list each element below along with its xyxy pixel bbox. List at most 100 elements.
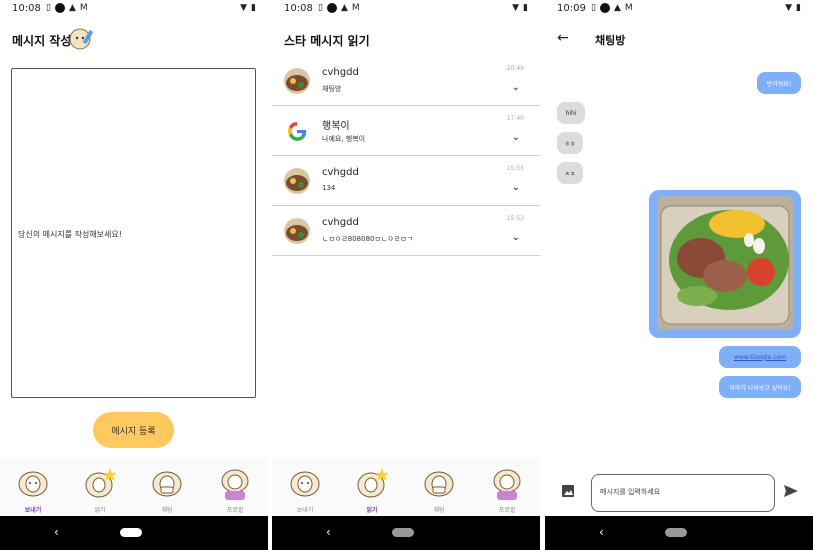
chat-bubble-link[interactable]: www.Google.com	[719, 346, 801, 368]
row-time: 15:55	[506, 165, 524, 172]
chat-bubble-incoming: ㅈㅈ	[557, 162, 583, 184]
list-item[interactable]: cvhgdd 채팅방 20:49 ⌄	[272, 56, 540, 106]
chevron-down-icon[interactable]: ⌄	[512, 232, 520, 243]
screen-divider	[268, 0, 272, 550]
system-home-pill[interactable]	[665, 528, 687, 537]
row-name: cvhgdd	[322, 167, 359, 178]
row-time: 15:53	[506, 215, 524, 222]
salad-photo-icon	[657, 196, 793, 330]
status-time: 10:08	[12, 3, 41, 14]
nav-send[interactable]: 보내기	[280, 462, 330, 516]
nav-read[interactable]: 읽기	[75, 462, 125, 516]
system-nav-bar: ‹	[0, 516, 268, 550]
chevron-down-icon[interactable]: ⌄	[512, 82, 520, 93]
wifi-icon: ▼	[240, 3, 248, 13]
sheep-chat-icon	[152, 471, 182, 497]
page-title: 채팅방	[595, 34, 626, 47]
nav-chat[interactable]: 채팅	[414, 462, 464, 516]
list-item[interactable]: cvhgdd 134 15:55 ⌄	[272, 156, 540, 206]
food-avatar-icon	[284, 68, 310, 94]
image-icon[interactable]	[561, 484, 575, 498]
system-home-pill[interactable]	[392, 528, 414, 537]
nav-profile[interactable]: 프로필	[210, 462, 260, 516]
chat-link[interactable]: www.Google.com	[734, 354, 786, 361]
status-icons-right: ▼ ▮	[512, 3, 528, 13]
message-textarea[interactable]: 당신의 메시지를 작성해보세요!	[11, 68, 256, 398]
chat-screen: 10:09 ▯ ▲ M ▼ ▮ ← 채팅방 반가워요! hihi ㅎㅎ ㅈㅈ w…	[545, 0, 813, 550]
notification-dot-icon	[326, 3, 337, 13]
app-bar: ← 채팅방	[545, 22, 813, 56]
gmail-icon: M	[79, 3, 88, 13]
system-back-icon[interactable]: ‹	[54, 525, 59, 539]
system-home-pill[interactable]	[120, 528, 142, 537]
sheep-profile-icon	[493, 469, 521, 500]
sim-icon: ▯	[591, 3, 596, 13]
chevron-down-icon[interactable]: ⌄	[512, 132, 520, 143]
avatar	[284, 68, 310, 94]
food-avatar-icon	[284, 168, 310, 194]
notification-dot-icon	[599, 3, 610, 13]
system-back-icon[interactable]: ‹	[326, 525, 331, 539]
avatar	[284, 118, 310, 144]
nav-send[interactable]: 보내기	[8, 462, 58, 516]
status-time: 10:09	[557, 3, 586, 14]
row-message: 134	[322, 184, 336, 192]
food-photo	[657, 196, 793, 330]
app-bar: 스타 메시지 읽기	[272, 22, 540, 56]
chat-bubble-incoming: ㅎㅎ	[557, 132, 583, 154]
nav-read-label: 읽기	[366, 507, 378, 514]
sheep-star-icon	[85, 468, 116, 498]
sim-icon: ▯	[318, 3, 323, 13]
gmail-icon: M	[624, 3, 633, 13]
row-message: ㄴㅁㅇㄹ808080ㅁㄴㅇㄹㅁㄱ	[322, 235, 414, 243]
send-icon[interactable]	[783, 484, 799, 498]
row-name: cvhgdd	[322, 67, 359, 78]
nav-chat[interactable]: 채팅	[142, 462, 192, 516]
list-item[interactable]: 행복이 나예요, 행복이 17:40 ⌄	[272, 106, 540, 156]
nav-read-label: 읽기	[94, 507, 106, 514]
battery-icon: ▮	[251, 3, 256, 13]
bottom-nav: 보내기 읽기 채팅 프로필	[272, 458, 540, 516]
chevron-down-icon[interactable]: ⌄	[512, 182, 520, 193]
nav-chat-label: 채팅	[433, 507, 445, 514]
status-icons-right: ▼ ▮	[240, 3, 256, 13]
google-avatar-icon	[284, 118, 310, 144]
nav-read[interactable]: 읽기	[347, 462, 397, 516]
row-name: cvhgdd	[322, 217, 359, 228]
sheep-send-icon	[18, 471, 48, 497]
system-back-icon[interactable]: ‹	[599, 525, 604, 539]
nav-profile[interactable]: 프로필	[482, 462, 532, 516]
row-name: 행복이	[322, 121, 350, 132]
compose-screen: 10:08 ▯ ▲ M ▼ ▮ 메시지 작성 당신의 메시지를 작성해보세요! …	[0, 0, 268, 550]
list-item[interactable]: cvhgdd ㄴㅁㅇㄹ808080ㅁㄴㅇㄹㅁㄱ 15:53 ⌄	[272, 206, 540, 256]
back-arrow-icon[interactable]: ←	[557, 30, 569, 46]
sim-icon: ▯	[46, 3, 51, 13]
textarea-placeholder: 당신의 메시지를 작성해보세요!	[18, 230, 122, 239]
wifi-icon: ▼	[512, 3, 520, 13]
chat-bubble-outgoing: 이야기 나눠보고 싶어요!	[719, 376, 801, 398]
page-title: 메시지 작성	[12, 34, 72, 48]
warning-icon: ▲	[68, 3, 76, 13]
nav-profile-label: 프로필	[226, 507, 244, 514]
wifi-icon: ▼	[785, 3, 793, 13]
submit-message-button[interactable]: 메시지 등록	[93, 412, 174, 448]
avatar	[284, 218, 310, 244]
sheep-send-icon	[290, 471, 320, 497]
chat-bubble-incoming: hihi	[557, 102, 585, 124]
message-list: cvhgdd 채팅방 20:49 ⌄ 행복이 나예요, 행복이 17:40 ⌄ …	[272, 56, 540, 256]
chat-input-bar: 메시지를 입력하세요	[545, 470, 813, 516]
status-bar: 10:08 ▯ ▲ M ▼ ▮	[272, 0, 540, 18]
notification-dot-icon	[54, 3, 65, 13]
nav-send-label: 보내기	[296, 507, 314, 514]
status-icons-left: ▯ ▲ M	[318, 3, 360, 13]
chat-photo-bubble[interactable]	[649, 190, 801, 338]
status-icons-left: ▯ ▲ M	[46, 3, 88, 13]
bottom-nav: 보내기 읽기 채팅 프로필	[0, 458, 268, 516]
row-time: 17:40	[506, 115, 524, 122]
row-time: 20:49	[506, 65, 524, 72]
row-message: 나예요, 행복이	[322, 135, 366, 143]
battery-icon: ▮	[796, 3, 801, 13]
nav-send-label: 보내기	[24, 507, 42, 514]
message-input[interactable]: 메시지를 입력하세요	[591, 474, 775, 512]
screen-divider	[540, 0, 545, 550]
